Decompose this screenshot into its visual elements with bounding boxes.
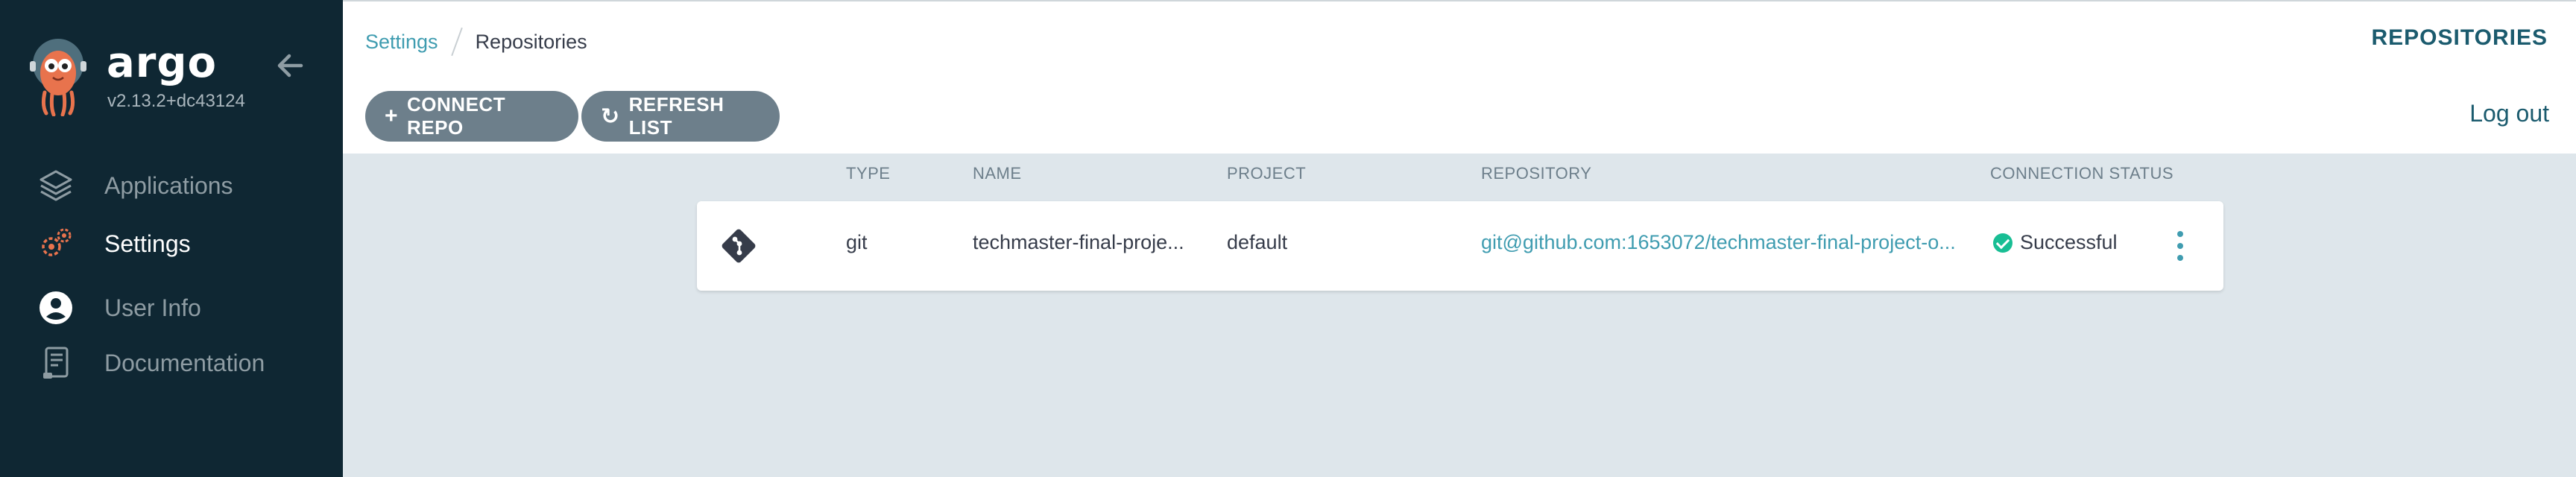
breadcrumb-settings-link[interactable]: Settings <box>365 31 438 54</box>
breadcrumb-separator <box>450 27 463 57</box>
gears-icon <box>36 224 76 264</box>
sidebar-item-label: Documentation <box>104 349 265 376</box>
page-title: REPOSITORIES <box>2371 25 2548 50</box>
sidebar: argo v2.13.2+dc43124 Applications Settin… <box>0 0 343 477</box>
logout-link[interactable]: Log out <box>2469 100 2549 127</box>
refresh-icon: ↻ <box>601 104 620 129</box>
sidebar-item-label: Applications <box>104 171 233 199</box>
breadcrumb-current: Repositories <box>475 30 587 53</box>
book-icon <box>36 343 76 383</box>
check-circle-icon <box>1993 233 2012 253</box>
breadcrumb: Settings Repositories <box>365 27 587 57</box>
sidebar-item-settings[interactable]: Settings <box>0 220 343 268</box>
toolbar: + CONNECT REPO ↻ REFRESH LIST Log out <box>343 76 2576 154</box>
main-area: Settings Repositories REPOSITORIES + CON… <box>343 0 2576 477</box>
sidebar-item-label: User Info <box>104 294 201 321</box>
column-header-project: PROJECT <box>1227 164 1307 183</box>
row-actions-menu-icon[interactable] <box>2169 227 2191 265</box>
plus-icon: + <box>385 104 399 128</box>
user-circle-icon <box>36 288 76 328</box>
connect-repo-label: CONNECT REPO <box>407 93 506 139</box>
table-row[interactable]: git techmaster-final-proje... default gi… <box>697 201 2223 291</box>
column-header-type: TYPE <box>846 164 891 183</box>
collapse-sidebar-icon[interactable] <box>268 43 313 88</box>
layers-icon <box>36 165 76 206</box>
connect-repo-button[interactable]: + CONNECT REPO <box>365 91 578 142</box>
repo-url-link[interactable]: git@github.com:1653072/techmaster-final-… <box>1481 231 1973 254</box>
brand-name: argo <box>107 39 217 87</box>
repositories-table: TYPE NAME PROJECT REPOSITORY CONNECTION … <box>343 154 2576 477</box>
sidebar-item-label: Settings <box>104 230 191 257</box>
sidebar-item-applications[interactable]: Applications <box>0 162 343 209</box>
sidebar-item-user-info[interactable]: User Info <box>0 284 343 332</box>
repo-name: techmaster-final-proje... <box>973 231 1184 253</box>
brand-area: argo v2.13.2+dc43124 <box>28 39 326 121</box>
column-header-connection-status: CONNECTION STATUS <box>1990 164 2174 183</box>
sidebar-item-documentation[interactable]: Documentation <box>0 339 343 387</box>
git-icon <box>722 229 756 263</box>
refresh-list-label: REFRESH LIST <box>628 93 724 139</box>
column-header-repository: REPOSITORY <box>1481 164 1592 183</box>
top-bar: Settings Repositories REPOSITORIES <box>343 0 2576 76</box>
repo-project: default <box>1227 231 1288 253</box>
connection-status: Successful <box>1993 231 2118 254</box>
repo-type: git <box>846 231 868 253</box>
argo-mascot-logo <box>30 39 86 116</box>
refresh-list-button[interactable]: ↻ REFRESH LIST <box>581 91 780 142</box>
column-header-name: NAME <box>973 164 1022 183</box>
connection-status-label: Successful <box>2020 231 2118 253</box>
app-root: argo v2.13.2+dc43124 Applications Settin… <box>0 0 2576 477</box>
version-label: v2.13.2+dc43124 <box>107 91 245 111</box>
